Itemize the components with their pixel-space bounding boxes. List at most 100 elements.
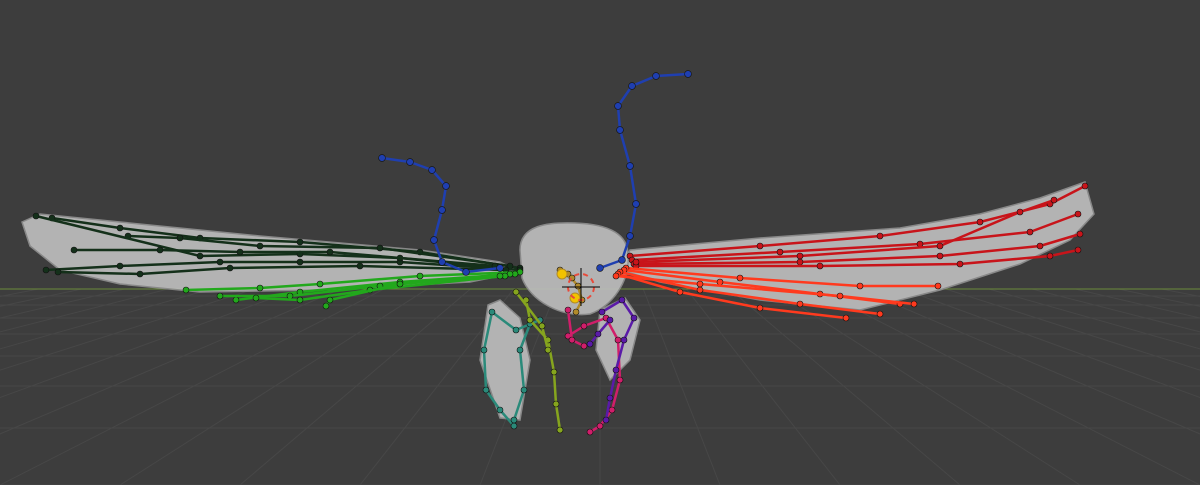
leg-purple-joint[interactable]	[606, 316, 614, 324]
antennae-joint[interactable]	[652, 72, 660, 80]
leg-pink-joint[interactable]	[596, 422, 604, 430]
right-wing-upper-joint[interactable]	[1050, 196, 1058, 204]
left-wing-upper-joint[interactable]	[116, 224, 124, 232]
antennae-joint[interactable]	[618, 256, 626, 264]
right-wing-upper-joint[interactable]	[796, 258, 804, 266]
viewport-scene[interactable]	[0, 0, 1200, 485]
leg-olive-joint[interactable]	[512, 288, 520, 296]
right-wing-lower-joint[interactable]	[876, 310, 884, 318]
antennae-joint[interactable]	[462, 268, 470, 276]
right-wing-upper-joint[interactable]	[756, 242, 764, 250]
right-wing-lower-joint[interactable]	[756, 304, 764, 312]
left-wing-lower-joint[interactable]	[296, 296, 304, 304]
antennae-joint[interactable]	[406, 158, 414, 166]
leg-purple-joint[interactable]	[620, 336, 628, 344]
leg-teal-joint[interactable]	[480, 346, 488, 354]
antennae-joint[interactable]	[378, 154, 386, 162]
antennae-joint[interactable]	[596, 264, 604, 272]
left-wing-upper-joint[interactable]	[296, 238, 304, 246]
right-wing-lower-joint[interactable]	[716, 278, 724, 286]
right-wing-upper-joint[interactable]	[816, 262, 824, 270]
left-wing-upper-joint[interactable]	[376, 244, 384, 252]
antennae-joint[interactable]	[684, 70, 692, 78]
antennae-joint[interactable]	[438, 258, 446, 266]
leg-purple-joint[interactable]	[606, 394, 614, 402]
leg-olive-joint[interactable]	[550, 368, 558, 376]
right-wing-lower-joint[interactable]	[836, 292, 844, 300]
right-wing-upper-joint[interactable]	[1074, 246, 1082, 254]
left-wing-lower-joint[interactable]	[396, 280, 404, 288]
leg-teal-joint[interactable]	[496, 406, 504, 414]
left-wing-lower-joint[interactable]	[496, 272, 504, 280]
leg-teal-joint[interactable]	[512, 326, 520, 334]
left-wing-upper-joint[interactable]	[356, 262, 364, 270]
right-wing-mesh[interactable]	[618, 181, 1095, 311]
antennae-joint[interactable]	[438, 206, 446, 214]
leg-teal-joint[interactable]	[482, 386, 490, 394]
left-wing-upper-joint[interactable]	[256, 242, 264, 250]
right-wing-lower-joint[interactable]	[612, 272, 620, 280]
head-joint[interactable]	[572, 308, 580, 316]
leg-purple-joint[interactable]	[618, 296, 626, 304]
antennae-joint[interactable]	[428, 166, 436, 174]
leg-purple-joint[interactable]	[594, 330, 602, 338]
left-wing-upper-joint[interactable]	[326, 248, 334, 256]
right-wing-lower-joint[interactable]	[676, 288, 684, 296]
antennae-joint[interactable]	[628, 82, 636, 90]
left-wing-lower-joint[interactable]	[216, 292, 224, 300]
selected-bone-head-joint[interactable]	[556, 268, 568, 280]
right-wing-upper-joint[interactable]	[956, 260, 964, 268]
legs-mesh[interactable]	[479, 297, 641, 421]
right-wing-lower-joint[interactable]	[934, 282, 942, 290]
right-wing-lower-joint[interactable]	[910, 300, 918, 308]
left-wing-lower-joint[interactable]	[326, 296, 334, 304]
left-wing-upper-joint[interactable]	[176, 234, 184, 242]
right-wing-upper-joint[interactable]	[1026, 228, 1034, 236]
left-wing-lower-joint[interactable]	[286, 292, 294, 300]
left-wing-lower-joint[interactable]	[256, 284, 264, 292]
leg-pink-joint[interactable]	[580, 322, 588, 330]
leg-purple-joint[interactable]	[586, 340, 594, 348]
left-wing-upper-joint[interactable]	[42, 266, 50, 274]
left-wing-upper-joint[interactable]	[236, 248, 244, 256]
leg-teal-joint[interactable]	[488, 308, 496, 316]
leg-pink-joint[interactable]	[608, 406, 616, 414]
head-joint[interactable]	[574, 282, 582, 290]
right-wing-lower-joint[interactable]	[696, 286, 704, 294]
right-wing-lower-joint[interactable]	[736, 274, 744, 282]
antennae-joint[interactable]	[496, 264, 504, 272]
moth-mesh[interactable]	[21, 181, 1095, 421]
leg-purple-joint[interactable]	[598, 308, 606, 316]
antennae-joint[interactable]	[442, 182, 450, 190]
leg-pink-joint[interactable]	[614, 336, 622, 344]
leg-purple-joint[interactable]	[630, 314, 638, 322]
right-wing-upper-joint[interactable]	[976, 218, 984, 226]
left-wing-upper-joint[interactable]	[116, 262, 124, 270]
leg-olive-joint[interactable]	[544, 346, 552, 354]
antennae-joint[interactable]	[614, 102, 622, 110]
right-wing-lower-joint[interactable]	[696, 280, 704, 288]
leg-pink-joint[interactable]	[616, 376, 624, 384]
left-wing-upper-joint[interactable]	[216, 258, 224, 266]
leg-teal-joint[interactable]	[520, 386, 528, 394]
leg-pink-joint[interactable]	[586, 428, 594, 436]
leg-teal-joint[interactable]	[510, 416, 518, 424]
leg-purple-joint[interactable]	[602, 416, 610, 424]
right-wing-upper-joint[interactable]	[1016, 208, 1024, 216]
right-wing-upper-joint[interactable]	[1074, 210, 1082, 218]
leg-olive-joint[interactable]	[552, 400, 560, 408]
right-wing-upper-joint[interactable]	[876, 232, 884, 240]
left-wing-upper-joint[interactable]	[226, 264, 234, 272]
antennae-joint[interactable]	[632, 200, 640, 208]
left-wing-upper-joint[interactable]	[296, 258, 304, 266]
antennae-joint[interactable]	[626, 232, 634, 240]
antennae-joint[interactable]	[616, 126, 624, 134]
leg-olive-joint[interactable]	[538, 322, 546, 330]
right-wing-upper-joint[interactable]	[936, 252, 944, 260]
right-wing-upper-joint[interactable]	[632, 258, 640, 266]
right-wing-upper-joint[interactable]	[1036, 242, 1044, 250]
antennae-joint[interactable]	[430, 236, 438, 244]
right-wing-lower-joint[interactable]	[796, 300, 804, 308]
leg-olive-joint[interactable]	[556, 426, 564, 434]
leg-pink-joint[interactable]	[564, 306, 572, 314]
